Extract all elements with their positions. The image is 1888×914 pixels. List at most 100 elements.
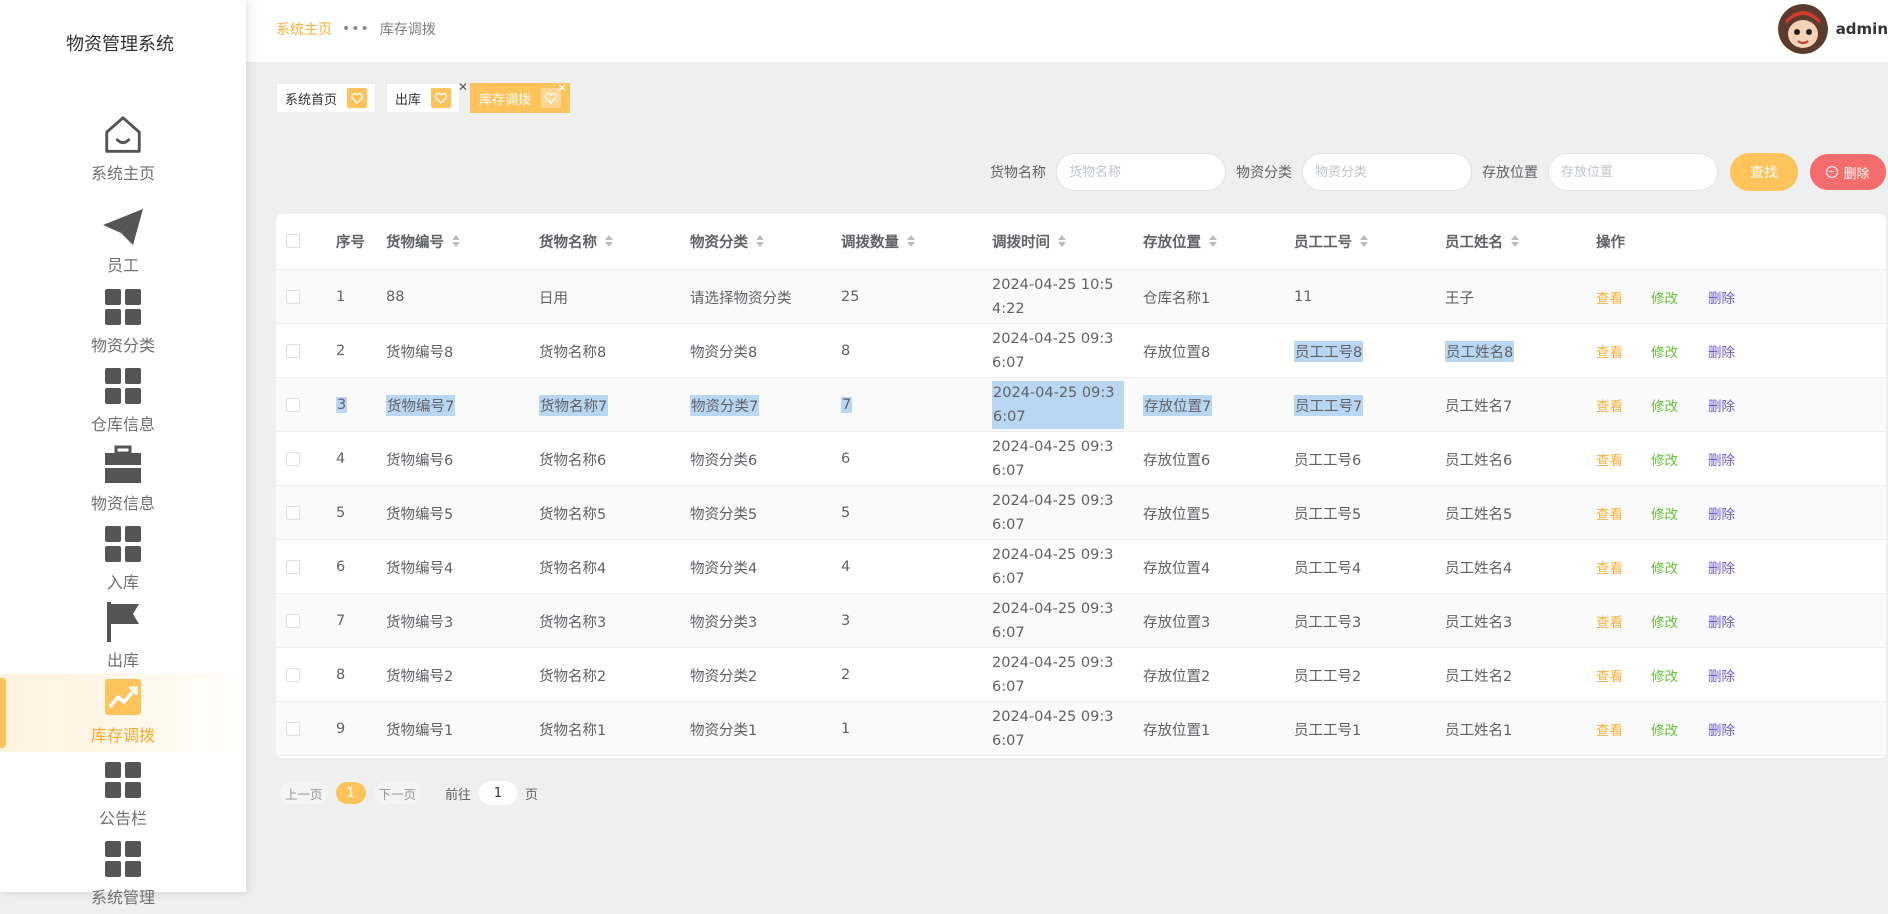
- next-page-button[interactable]: 下一页: [373, 782, 422, 804]
- col-header-category[interactable]: 物资分类: [690, 214, 764, 268]
- delete-button[interactable]: 删除: [1708, 287, 1735, 307]
- sidebar-item-notice[interactable]: 公告栏: [0, 757, 246, 835]
- delete-button[interactable]: 删除: [1708, 449, 1735, 469]
- view-button[interactable]: 查看: [1596, 665, 1623, 685]
- row-checkbox[interactable]: [286, 540, 300, 594]
- table-row[interactable]: 2 货物编号8 货物名称8 物资分类8 8 2024-04-25 09:36:07 存放位置…: [276, 324, 1886, 378]
- edit-button[interactable]: 修改: [1651, 287, 1678, 307]
- edit-button[interactable]: 修改: [1651, 341, 1678, 361]
- row-checkbox[interactable]: [286, 270, 300, 324]
- col-header-name[interactable]: 货物名称: [539, 214, 613, 268]
- close-icon[interactable]: ✕: [557, 81, 567, 95]
- flag-icon: [101, 599, 145, 645]
- col-header-quantity[interactable]: 调拨数量: [841, 214, 915, 268]
- sidebar-item-outbound[interactable]: 出库: [0, 599, 246, 677]
- delete-button[interactable]: 删除: [1708, 341, 1735, 361]
- delete-button[interactable]: 删除: [1708, 557, 1735, 577]
- sort-icon[interactable]: [452, 235, 460, 247]
- page-number-current[interactable]: 1: [335, 782, 366, 804]
- view-button[interactable]: 查看: [1596, 503, 1623, 523]
- sort-icon[interactable]: [907, 235, 915, 247]
- delete-button[interactable]: 删除: [1708, 611, 1735, 631]
- sort-icon[interactable]: [1209, 235, 1217, 247]
- row-checkbox[interactable]: [286, 594, 300, 648]
- cell-staff-name: 员工姓名3: [1445, 594, 1512, 648]
- tab-home[interactable]: 系统首页: [276, 83, 377, 113]
- delete-button[interactable]: 删除: [1708, 665, 1735, 685]
- edit-button[interactable]: 修改: [1651, 611, 1678, 631]
- sidebar-item-home[interactable]: 系统主页: [0, 112, 246, 190]
- row-checkbox[interactable]: [286, 432, 300, 486]
- col-header-staff-id[interactable]: 员工工号: [1294, 214, 1368, 268]
- edit-button[interactable]: 修改: [1651, 665, 1678, 685]
- view-button[interactable]: 查看: [1596, 341, 1623, 361]
- batch-delete-button[interactable]: 删除: [1810, 154, 1886, 190]
- edit-button[interactable]: 修改: [1651, 449, 1678, 469]
- col-header-staff-name[interactable]: 员工姓名: [1445, 214, 1519, 268]
- view-button[interactable]: 查看: [1596, 557, 1623, 577]
- breadcrumb-home[interactable]: 系统主页: [276, 19, 332, 39]
- user-menu[interactable]: admin: [1777, 4, 1888, 54]
- find-button[interactable]: 查找: [1730, 153, 1798, 191]
- sidebar-item-inbound[interactable]: 入库: [0, 521, 246, 599]
- view-button[interactable]: 查看: [1596, 719, 1623, 739]
- edit-button[interactable]: 修改: [1651, 719, 1678, 739]
- table-row[interactable]: 5 货物编号5 货物名称5 物资分类5 5 2024-04-25 09:36:07 存放位置…: [276, 486, 1886, 540]
- row-checkbox[interactable]: [286, 378, 300, 432]
- row-checkbox[interactable]: [286, 486, 300, 540]
- cell-text: 6: [336, 559, 346, 575]
- table-row[interactable]: 9 货物编号1 货物名称1 物资分类1 1 2024-04-25 09:36:07 存放位置…: [276, 702, 1886, 756]
- prev-page-button[interactable]: 上一页: [280, 782, 328, 804]
- sort-icon[interactable]: [756, 235, 764, 247]
- cell-time: 2024-04-25 09:36:07: [992, 648, 1124, 702]
- col-header-time[interactable]: 调拨时间: [992, 214, 1066, 268]
- cell-text: 11: [1294, 289, 1313, 305]
- view-button[interactable]: 查看: [1596, 449, 1623, 469]
- username[interactable]: admin: [1836, 20, 1888, 38]
- table-row[interactable]: 1 88 日用 请选择物资分类 25 2024-04-25 10:54:22 仓库名称1 11…: [276, 270, 1886, 324]
- table-row[interactable]: 8 货物编号2 货物名称2 物资分类2 2 2024-04-25 09:36:07 存放位置…: [276, 648, 1886, 702]
- edit-button[interactable]: 修改: [1651, 557, 1678, 577]
- view-button[interactable]: 查看: [1596, 395, 1623, 415]
- cell-text: 员工工号2: [1294, 668, 1362, 685]
- search-bar: 货物名称 物资分类 存放位置 查找 删除: [990, 153, 1886, 191]
- goto-page-input[interactable]: 1: [479, 781, 518, 805]
- edit-button[interactable]: 修改: [1651, 395, 1678, 415]
- sort-icon[interactable]: [1058, 235, 1066, 247]
- delete-button[interactable]: 删除: [1708, 719, 1735, 739]
- delete-button[interactable]: 删除: [1708, 395, 1735, 415]
- table-row[interactable]: 4 货物编号6 货物名称6 物资分类6 6 2024-04-25 09:36:07 存放位置…: [276, 432, 1886, 486]
- sidebar-item-staff[interactable]: 员工: [0, 204, 246, 282]
- avatar[interactable]: [1777, 4, 1828, 54]
- sidebar-item-category[interactable]: 物资分类: [0, 284, 246, 362]
- sort-icon[interactable]: [1511, 235, 1519, 247]
- sort-icon[interactable]: [605, 235, 613, 247]
- cell-text: 2: [336, 343, 346, 359]
- close-icon[interactable]: ✕: [458, 80, 468, 94]
- edit-button[interactable]: 修改: [1651, 503, 1678, 523]
- name-search-input[interactable]: [1056, 153, 1226, 191]
- sidebar-item-goods[interactable]: 物资信息: [0, 442, 246, 520]
- sidebar-item-warehouse[interactable]: 仓库信息: [0, 363, 246, 441]
- cell-action: 修改: [1651, 648, 1678, 702]
- tab-outbound[interactable]: 出库 ✕: [386, 80, 468, 113]
- row-checkbox[interactable]: [286, 648, 300, 702]
- table-row[interactable]: 7 货物编号3 货物名称3 物资分类3 3 2024-04-25 09:36:07 存放位置…: [276, 594, 1886, 648]
- category-search-input[interactable]: [1302, 153, 1472, 191]
- location-search-input[interactable]: [1548, 153, 1718, 191]
- delete-button[interactable]: 删除: [1708, 503, 1735, 523]
- sidebar-item-transfer[interactable]: 库存调拨: [0, 674, 246, 752]
- select-all-checkbox[interactable]: [286, 214, 300, 268]
- col-header-location[interactable]: 存放位置: [1143, 214, 1217, 268]
- row-checkbox[interactable]: [286, 324, 300, 378]
- table-row[interactable]: 6 货物编号4 货物名称4 物资分类4 4 2024-04-25 09:36:07 存放位置…: [276, 540, 1886, 594]
- tab-transfer[interactable]: 库存调拨 ✕: [470, 81, 571, 113]
- table-row[interactable]: 3 货物编号7 货物名称7 物资分类7 7 2024-04-25 09:36:07 存放位置…: [276, 378, 1886, 432]
- view-button[interactable]: 查看: [1596, 611, 1623, 631]
- cell-action: 修改: [1651, 486, 1678, 540]
- row-checkbox[interactable]: [286, 702, 300, 756]
- sidebar-item-system[interactable]: 系统管理: [0, 836, 246, 914]
- view-button[interactable]: 查看: [1596, 287, 1623, 307]
- col-header-code[interactable]: 货物编号: [386, 214, 460, 268]
- sort-icon[interactable]: [1360, 235, 1368, 247]
